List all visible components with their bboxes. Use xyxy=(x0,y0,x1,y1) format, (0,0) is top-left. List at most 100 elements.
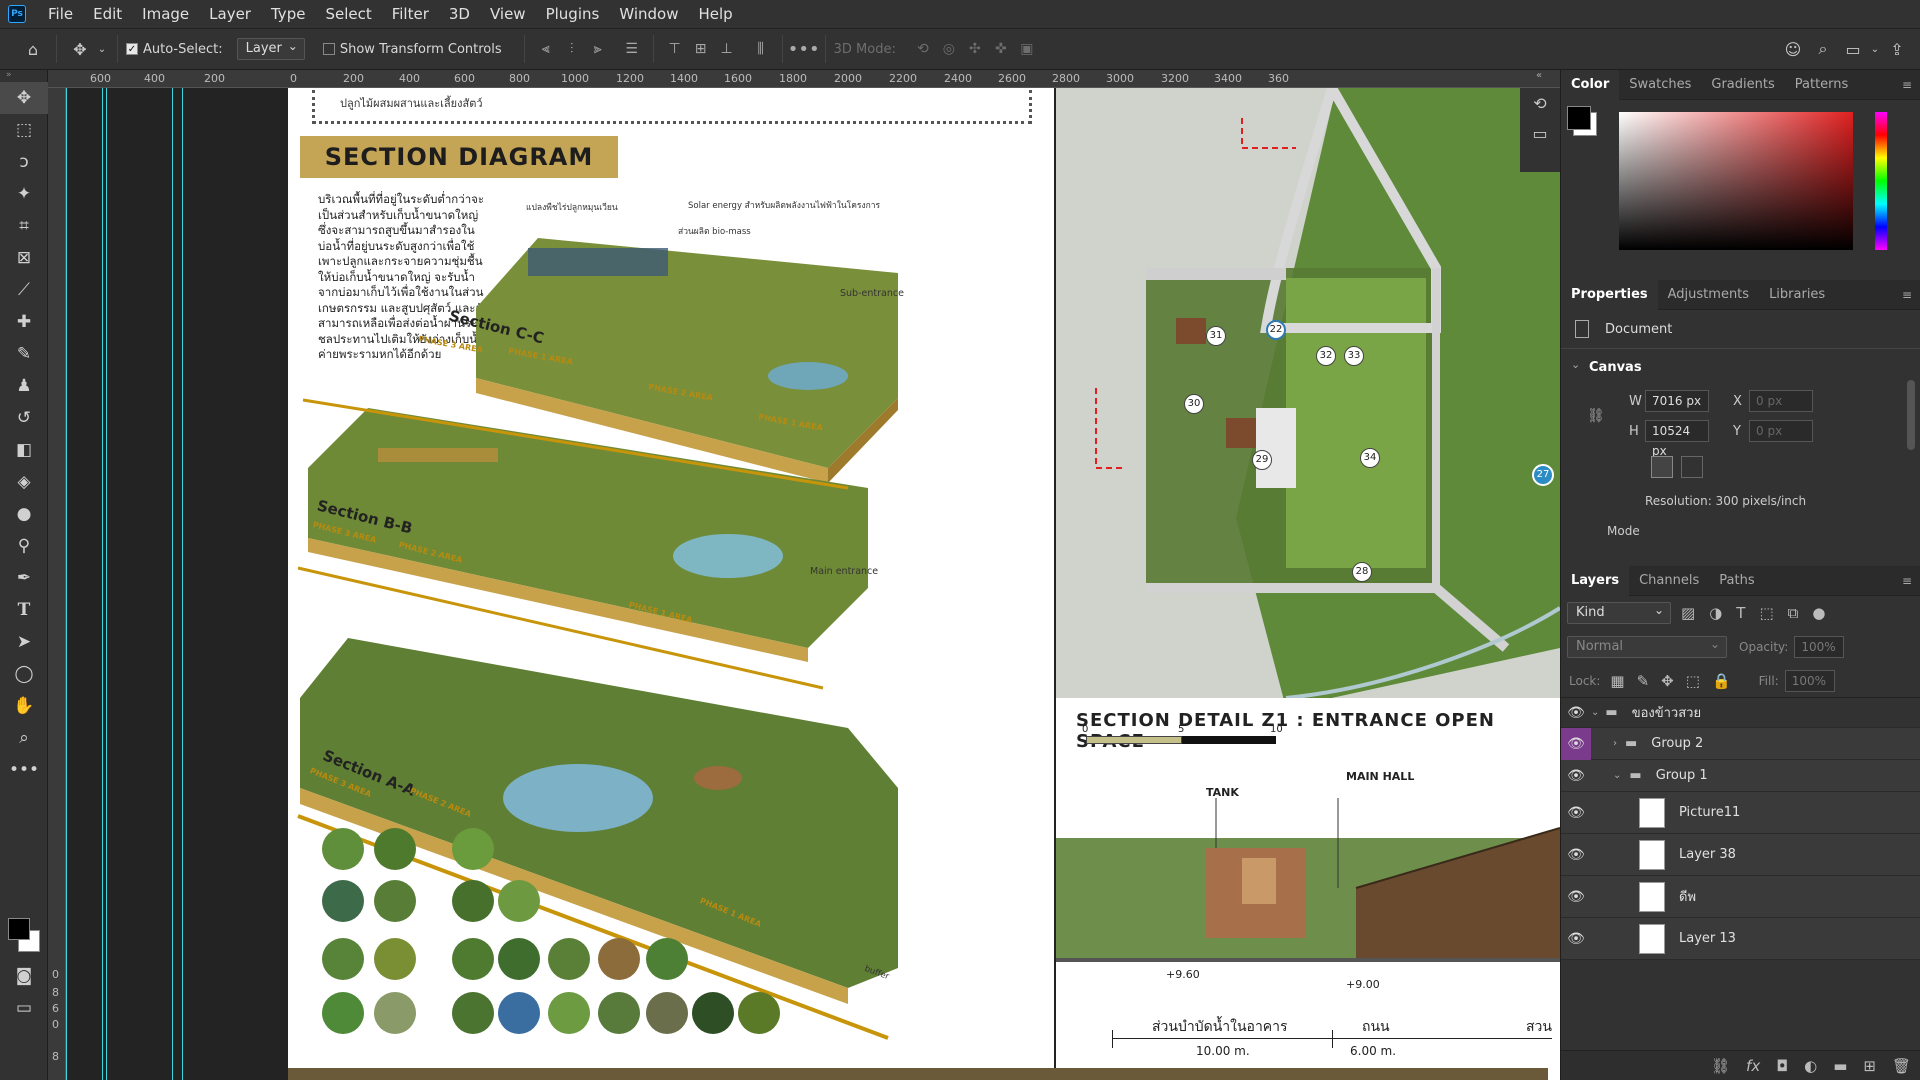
home-icon[interactable]: ⌂ xyxy=(18,34,48,64)
menu-plugins[interactable]: Plugins xyxy=(536,0,610,28)
layer-row[interactable]: 👁 ⌄ ▬ ของข้าวสวย xyxy=(1561,698,1920,728)
fill-field[interactable]: 100% xyxy=(1784,669,1835,692)
visibility-eye-icon[interactable]: 👁 xyxy=(1561,847,1591,863)
smart-object-filter-icon[interactable]: ⧉ xyxy=(1788,604,1799,622)
menu-file[interactable]: File xyxy=(38,0,83,28)
filter-toggle-icon[interactable]: ● xyxy=(1812,604,1825,622)
align-bottom-icon[interactable]: ⊥ xyxy=(714,36,740,62)
auto-select-dropdown[interactable]: Layer xyxy=(236,36,305,60)
more-options-icon[interactable]: ••• xyxy=(788,36,820,62)
layer-row[interactable]: 👁 Layer 13 xyxy=(1561,918,1920,960)
portrait-orientation-icon[interactable] xyxy=(1651,456,1673,478)
plan-marker[interactable]: 33 xyxy=(1344,346,1364,366)
adjustment-filter-icon[interactable]: ◑ xyxy=(1709,604,1722,622)
adjustment-layer-icon[interactable]: ◐ xyxy=(1804,1057,1817,1075)
visibility-eye-icon[interactable]: 👁 xyxy=(1561,768,1591,784)
move-tool-icon[interactable]: ✥ xyxy=(65,34,95,64)
foreground-color-swatch[interactable] xyxy=(8,918,30,940)
stamp-tool-icon[interactable]: ♟ xyxy=(0,370,48,402)
path-select-icon[interactable]: ➤ xyxy=(0,626,48,658)
new-layer-icon[interactable]: ⊞ xyxy=(1863,1057,1876,1075)
collapse-panels-icon[interactable]: « xyxy=(1536,70,1542,81)
type-tool-icon[interactable]: T xyxy=(0,594,48,626)
export-icon[interactable]: ⇪ xyxy=(1882,34,1912,64)
chevron-down-icon[interactable]: ⌄ xyxy=(95,34,109,64)
frame-tool-icon[interactable]: ⊠ xyxy=(0,242,48,274)
screen-mode-icon[interactable]: ▭ xyxy=(0,992,48,1024)
plan-marker[interactable]: 31 xyxy=(1206,326,1226,346)
show-transform-toggle[interactable]: Show Transform Controls xyxy=(322,42,502,57)
search-icon[interactable]: ⌕ xyxy=(1808,34,1838,64)
y-field[interactable]: 0 px xyxy=(1749,420,1813,442)
visibility-eye-icon[interactable]: 👁 xyxy=(1561,705,1591,721)
3d-roll-icon[interactable]: ◎ xyxy=(936,36,962,62)
ellipse-tool-icon[interactable]: ◯ xyxy=(0,658,48,690)
plan-marker[interactable]: 29 xyxy=(1252,450,1272,470)
tab-libraries[interactable]: Libraries xyxy=(1759,280,1835,310)
visibility-eye-icon[interactable]: 👁 xyxy=(1561,889,1591,905)
pixel-filter-icon[interactable]: ▨ xyxy=(1681,604,1695,622)
kind-filter-dropdown[interactable]: Kind xyxy=(1567,600,1671,624)
workspace-icon[interactable]: ▭ xyxy=(1838,34,1868,64)
opacity-field[interactable]: 100% xyxy=(1794,636,1845,658)
marquee-tool-icon[interactable]: ⬚ xyxy=(0,114,48,146)
tab-swatches[interactable]: Swatches xyxy=(1619,70,1701,100)
visibility-eye-icon[interactable]: 👁 xyxy=(1561,727,1591,760)
tab-color[interactable]: Color xyxy=(1561,69,1620,100)
tab-gradients[interactable]: Gradients xyxy=(1701,70,1784,100)
align-middle-icon[interactable]: ⊞ xyxy=(688,36,714,62)
color-picker-field[interactable] xyxy=(1619,112,1853,250)
link-dimensions-icon[interactable]: ⛓ xyxy=(1587,408,1605,424)
type-filter-icon[interactable]: T xyxy=(1736,604,1745,622)
crop-tool-icon[interactable]: ⌗ xyxy=(0,210,48,242)
site-plan-area[interactable]: 31 22 32 33 30 29 34 28 27 SECTION DETAI… xyxy=(1056,88,1560,1080)
menu-image[interactable]: Image xyxy=(132,0,199,28)
x-field[interactable]: 0 px xyxy=(1749,390,1813,412)
brush-tool-icon[interactable]: ✎ xyxy=(0,338,48,370)
visibility-eye-icon[interactable]: 👁 xyxy=(1561,931,1591,947)
layer-row[interactable]: 👁 › ▬ Group 2 xyxy=(1561,727,1920,760)
properties-scrollbar[interactable] xyxy=(1907,380,1915,450)
more-tools-icon[interactable]: ••• xyxy=(0,754,48,786)
layer-row[interactable]: 👁 ⌄ ▬ Group 1 xyxy=(1561,760,1920,792)
share-user-icon[interactable]: ☺ xyxy=(1778,34,1808,64)
paint-bucket-icon[interactable]: ◈ xyxy=(0,466,48,498)
lasso-tool-icon[interactable]: ↄ xyxy=(0,146,48,178)
delete-layer-icon[interactable]: 🗑 xyxy=(1892,1057,1911,1075)
hand-tool-icon[interactable]: ✋ xyxy=(0,690,48,722)
document-canvas[interactable]: ปลูกไม้ผสมผสานและเลี้ยงสัตว์ SECTION DIA… xyxy=(66,88,1560,1080)
dodge-tool-icon[interactable]: ⚲ xyxy=(0,530,48,562)
plan-marker[interactable]: 22 xyxy=(1266,320,1286,340)
auto-select-checkbox[interactable]: ✓ xyxy=(126,43,138,55)
plan-marker[interactable]: 27 xyxy=(1532,464,1554,486)
plan-marker[interactable]: 30 xyxy=(1184,394,1204,414)
pen-tool-icon[interactable]: ✒ xyxy=(0,562,48,594)
lock-pixels-icon[interactable]: ✎ xyxy=(1637,672,1650,690)
chevron-down-icon[interactable]: ⌄ xyxy=(1868,34,1882,64)
comments-panel-icon[interactable]: ▭ xyxy=(1520,118,1560,148)
shape-filter-icon[interactable]: ⬚ xyxy=(1759,604,1773,622)
auto-select-toggle[interactable]: ✓ Auto-Select: xyxy=(126,42,223,57)
quick-mask-icon[interactable]: ◙ xyxy=(0,960,48,992)
menu-window[interactable]: Window xyxy=(609,0,688,28)
section-diagram-page[interactable]: ปลูกไม้ผสมผสานและเลี้ยงสัตว์ SECTION DIA… xyxy=(288,88,1054,1068)
3d-camera-icon[interactable]: ▣ xyxy=(1014,36,1040,62)
plan-marker[interactable]: 28 xyxy=(1352,562,1372,582)
blur-tool-icon[interactable]: ● xyxy=(0,498,48,530)
history-panel-icon[interactable]: ⟲ xyxy=(1520,88,1560,118)
menu-edit[interactable]: Edit xyxy=(83,0,132,28)
menu-help[interactable]: Help xyxy=(688,0,742,28)
plan-marker[interactable]: 34 xyxy=(1360,448,1380,468)
landscape-orientation-icon[interactable] xyxy=(1681,456,1703,478)
lock-artboard-icon[interactable]: ⬚ xyxy=(1686,672,1700,690)
tab-channels[interactable]: Channels xyxy=(1629,566,1709,596)
menu-type[interactable]: Type xyxy=(261,0,315,28)
blend-mode-dropdown[interactable]: Normal xyxy=(1567,634,1727,658)
eraser-icon[interactable]: ◧ xyxy=(0,434,48,466)
height-field[interactable]: 10524 px xyxy=(1645,420,1709,458)
magic-wand-icon[interactable]: ✦ xyxy=(0,178,48,210)
layer-row[interactable]: 👁 Picture11 xyxy=(1561,792,1920,834)
align-top-icon[interactable]: ⊤ xyxy=(662,36,688,62)
3d-orbit-icon[interactable]: ⟲ xyxy=(910,36,936,62)
align-left-icon[interactable]: ⫷ xyxy=(533,36,559,62)
